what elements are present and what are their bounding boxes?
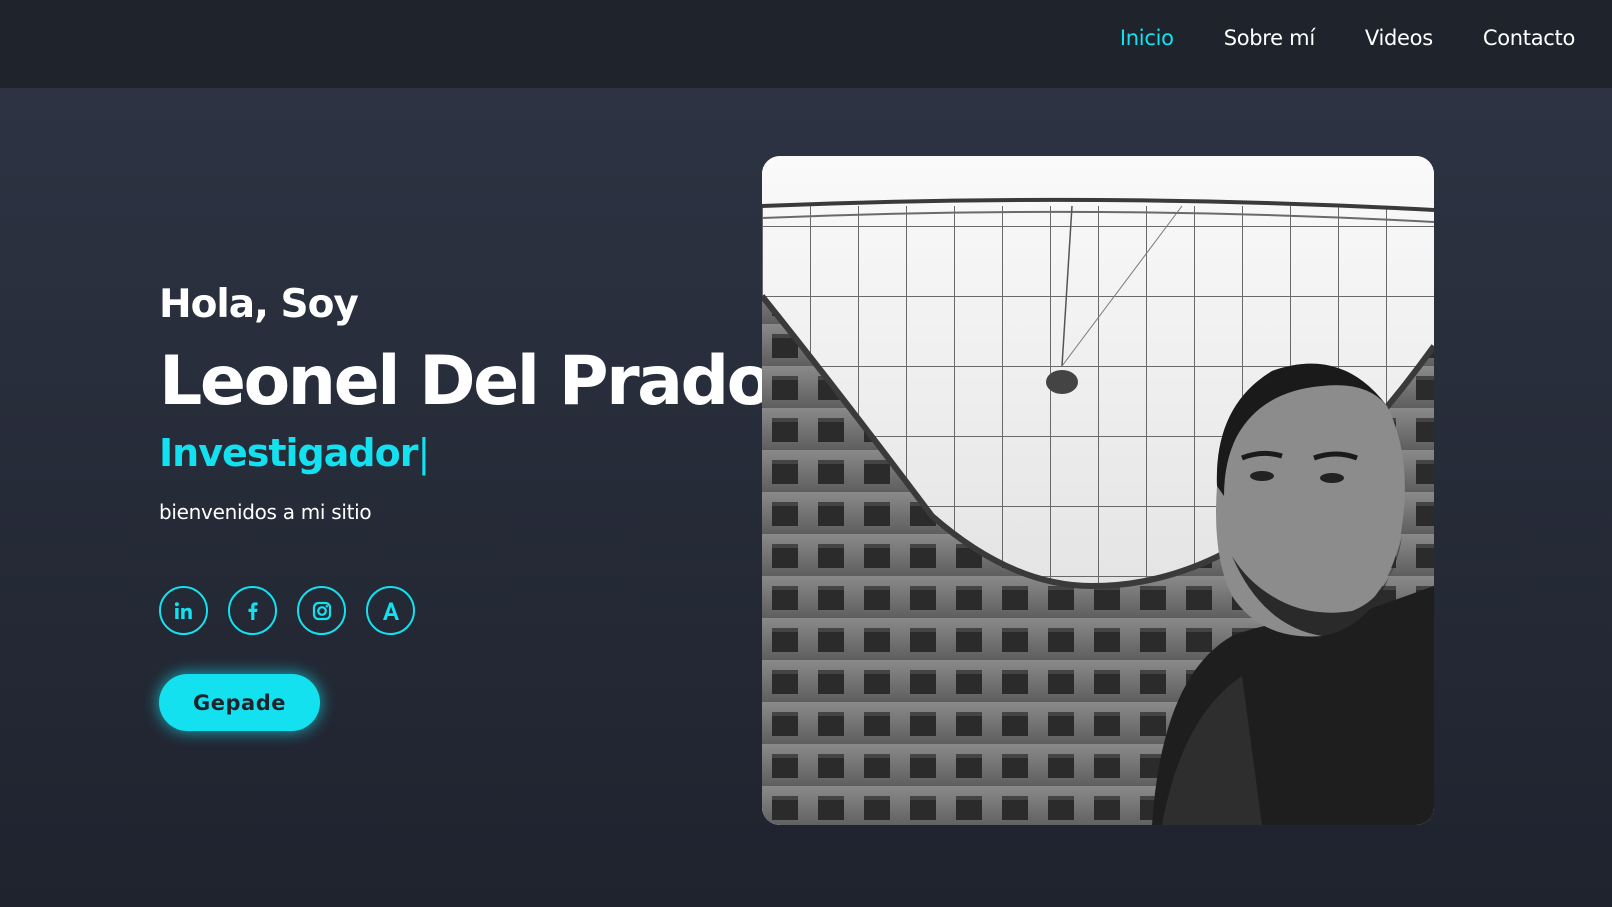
- top-navbar: Inicio Sobre mí Videos Contacto: [0, 0, 1612, 88]
- hero-text: Hola, Soy Leonel Del Prado Investigador|…: [159, 278, 773, 524]
- hero-greeting: Hola, Soy: [159, 282, 359, 327]
- nav-link-contacto[interactable]: Contacto: [1483, 26, 1575, 50]
- academia-link[interactable]: [366, 586, 415, 635]
- profile-photo: [762, 156, 1434, 825]
- nav-link-inicio[interactable]: Inicio: [1120, 26, 1174, 50]
- instagram-link[interactable]: [297, 586, 346, 635]
- linkedin-icon: [172, 599, 196, 623]
- social-links: [159, 586, 415, 635]
- nav-link-sobre-mi[interactable]: Sobre mí: [1224, 26, 1315, 50]
- instagram-icon: [310, 599, 334, 623]
- nav-link-videos[interactable]: Videos: [1365, 26, 1433, 50]
- hero-name: Leonel Del Prado: [159, 342, 773, 421]
- hero-role-text: Investigador: [159, 431, 418, 475]
- profile-photo-image: [762, 156, 1434, 825]
- facebook-link[interactable]: [228, 586, 277, 635]
- hero-welcome: bienvenidos a mi sitio: [159, 500, 372, 524]
- facebook-icon: [241, 599, 265, 623]
- main-nav: Inicio Sobre mí Videos Contacto: [1120, 26, 1575, 50]
- academia-icon: [379, 599, 403, 623]
- gepade-button[interactable]: Gepade: [159, 674, 320, 731]
- linkedin-link[interactable]: [159, 586, 208, 635]
- typing-cursor: |: [417, 431, 430, 475]
- hero-role: Investigador|: [159, 426, 759, 480]
